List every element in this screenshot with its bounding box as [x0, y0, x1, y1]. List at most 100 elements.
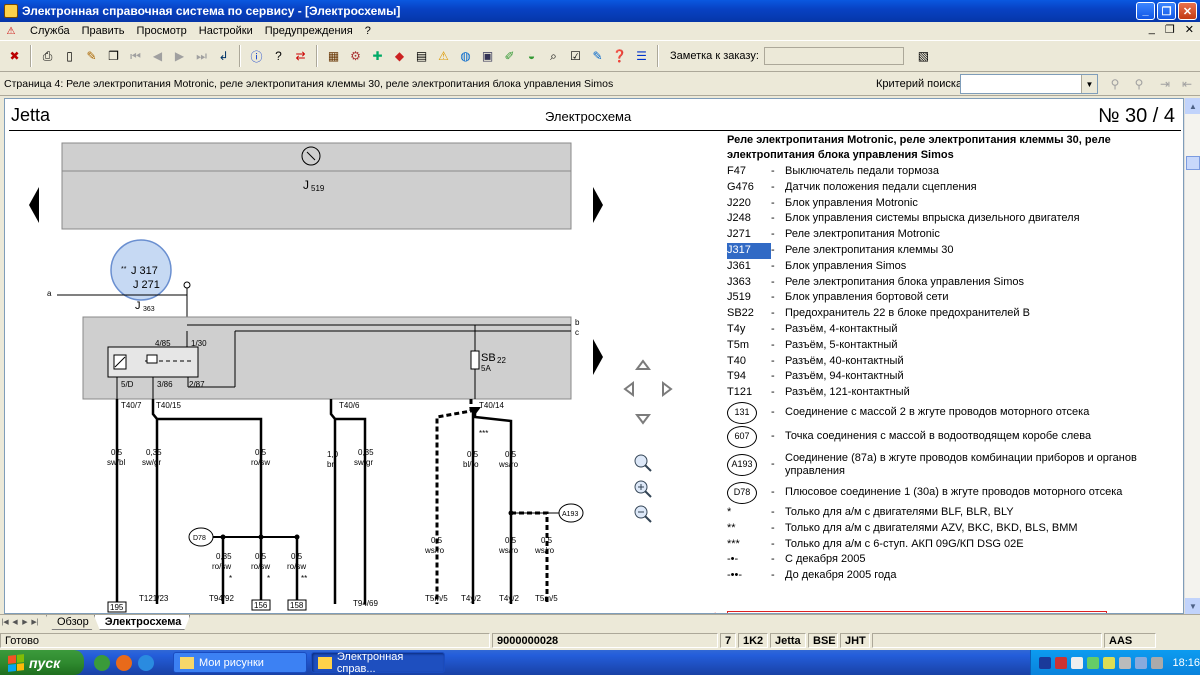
legend-code[interactable]: SB22: [727, 306, 771, 322]
legend-code[interactable]: -••-: [727, 568, 771, 584]
legend-code[interactable]: T40: [727, 354, 771, 370]
tab-overview[interactable]: Обзор: [46, 615, 98, 630]
globe-icon[interactable]: ◍: [455, 45, 476, 67]
note-field[interactable]: [763, 47, 904, 65]
task-service-system[interactable]: Электронная справ...: [311, 651, 445, 675]
firefox-icon[interactable]: [116, 654, 132, 671]
menu-service[interactable]: Служба: [30, 25, 70, 37]
copy-icon[interactable]: ❐: [103, 45, 124, 67]
zoom-fit-icon[interactable]: [634, 454, 652, 472]
legend-code[interactable]: T5m: [727, 338, 771, 354]
legend-code[interactable]: *: [727, 505, 771, 521]
info-icon[interactable]: ⓘ: [246, 45, 267, 67]
note-edit-icon[interactable]: ▧: [913, 45, 934, 67]
tray-antivirus-icon[interactable]: [1054, 656, 1067, 669]
tab-wiring[interactable]: Электросхема: [94, 615, 191, 630]
mdi-restore-button[interactable]: ❐: [1165, 23, 1175, 36]
menu-view[interactable]: Просмотр: [137, 25, 187, 37]
next-page-arrow-lower-icon[interactable]: [593, 339, 603, 375]
legend-code[interactable]: **: [727, 521, 771, 537]
pan-up-icon[interactable]: [635, 359, 651, 370]
list-icon[interactable]: ☰: [631, 45, 652, 67]
tray-back-icon[interactable]: [1039, 656, 1051, 669]
menu-warnings[interactable]: Предупреждения: [265, 25, 353, 37]
legend-code[interactable]: J317: [727, 242, 771, 259]
search-doc-icon[interactable]: ⌕: [543, 45, 564, 67]
legend-code[interactable]: D78: [727, 481, 771, 504]
tab-next-icon[interactable]: ▶: [20, 615, 30, 629]
menu-help[interactable]: ?: [365, 25, 371, 37]
scroll-thumb[interactable]: [1186, 156, 1200, 170]
first-page-icon[interactable]: ⏮: [125, 45, 146, 67]
checklist-icon[interactable]: ☑: [565, 45, 586, 67]
restore-button[interactable]: ❐: [1157, 2, 1176, 20]
legend-code[interactable]: T94: [727, 369, 771, 385]
legend-code[interactable]: ***: [727, 537, 771, 553]
legend-code[interactable]: J361: [727, 259, 771, 275]
menu-edit[interactable]: Править: [82, 25, 125, 37]
warning-tb-icon[interactable]: ⚠: [433, 45, 454, 67]
legend-code[interactable]: 131: [727, 401, 771, 424]
pan-left-icon[interactable]: [623, 381, 634, 397]
prev-page-icon[interactable]: ◀: [147, 45, 168, 67]
find-next-icon[interactable]: ⚲: [1128, 74, 1150, 94]
task-my-pictures[interactable]: Мои рисунки: [173, 652, 307, 673]
legend-code[interactable]: T4y: [727, 322, 771, 338]
legend-code[interactable]: 607: [727, 425, 771, 448]
prev-page-arrow-icon[interactable]: [29, 187, 39, 223]
last-page-icon[interactable]: ⏭: [191, 45, 212, 67]
find-icon[interactable]: ⚲: [1104, 74, 1126, 94]
tray-volume-icon[interactable]: [1102, 656, 1115, 669]
calculator-icon[interactable]: ▦: [323, 45, 344, 67]
legend-code[interactable]: G476: [727, 180, 771, 196]
engine-icon[interactable]: ⚙: [345, 45, 366, 67]
zoom-in-icon[interactable]: [634, 480, 652, 498]
vertical-scrollbar[interactable]: ▲ ▼: [1184, 98, 1200, 614]
legend-code[interactable]: J363: [727, 275, 771, 291]
new-page-icon[interactable]: ▯: [59, 45, 80, 67]
legend-code[interactable]: J271: [727, 227, 771, 243]
next-page-arrow-icon[interactable]: [593, 187, 603, 223]
indent-right-icon[interactable]: ⇥: [1154, 74, 1176, 94]
legend-code[interactable]: J248: [727, 211, 771, 227]
next-page-icon[interactable]: ▶: [169, 45, 190, 67]
question-icon[interactable]: ❓: [609, 45, 630, 67]
tray-device-icon[interactable]: [1118, 656, 1131, 669]
mdi-minimize-button[interactable]: _: [1149, 23, 1155, 36]
switch-icon[interactable]: ⇄: [290, 45, 311, 67]
close-button[interactable]: ✕: [1178, 2, 1197, 20]
chevron-down-icon[interactable]: ▼: [1081, 75, 1097, 93]
search-criteria-select[interactable]: ▼: [960, 74, 1098, 94]
scroll-up-icon[interactable]: ▲: [1185, 98, 1200, 114]
wrench-icon[interactable]: ✐: [499, 45, 520, 67]
ie-icon[interactable]: [138, 654, 154, 671]
legend-code[interactable]: A193: [727, 453, 771, 476]
tab-last-icon[interactable]: ▶|: [30, 615, 40, 629]
tools-icon[interactable]: ✚: [367, 45, 388, 67]
tray-app-icon[interactable]: [1086, 656, 1099, 669]
zoom-out-icon[interactable]: [634, 505, 652, 523]
tab-prev-icon[interactable]: ◀: [10, 615, 20, 629]
tray-network-icon[interactable]: [1070, 656, 1083, 669]
window-titlebar[interactable]: Электронная справочная система по сервис…: [0, 0, 1200, 22]
save-icon[interactable]: ▣: [477, 45, 498, 67]
diagnostic-icon[interactable]: ✎: [587, 45, 608, 67]
back-link-icon[interactable]: ↲: [213, 45, 234, 67]
legend-code[interactable]: -•-: [727, 552, 771, 568]
car-icon[interactable]: ◒: [521, 45, 542, 67]
legend-code[interactable]: J519: [727, 290, 771, 306]
edit-page-icon[interactable]: ✎: [81, 45, 102, 67]
tray-usb-icon[interactable]: [1150, 656, 1163, 669]
book-icon[interactable]: ◆: [389, 45, 410, 67]
quicklaunch-app-icon[interactable]: [94, 654, 110, 671]
exit-icon[interactable]: ✖: [4, 45, 25, 67]
start-button[interactable]: пуск: [0, 650, 84, 675]
mdi-close-button[interactable]: ✕: [1185, 23, 1194, 36]
clock[interactable]: 18:16: [1173, 657, 1200, 669]
help-icon[interactable]: ?: [268, 45, 289, 67]
legend-code[interactable]: J220: [727, 196, 771, 212]
print-icon[interactable]: ⎙: [37, 45, 58, 67]
tray-update-icon[interactable]: [1134, 656, 1147, 669]
tab-first-icon[interactable]: |◀: [0, 615, 10, 629]
minimize-button[interactable]: _: [1136, 2, 1155, 20]
